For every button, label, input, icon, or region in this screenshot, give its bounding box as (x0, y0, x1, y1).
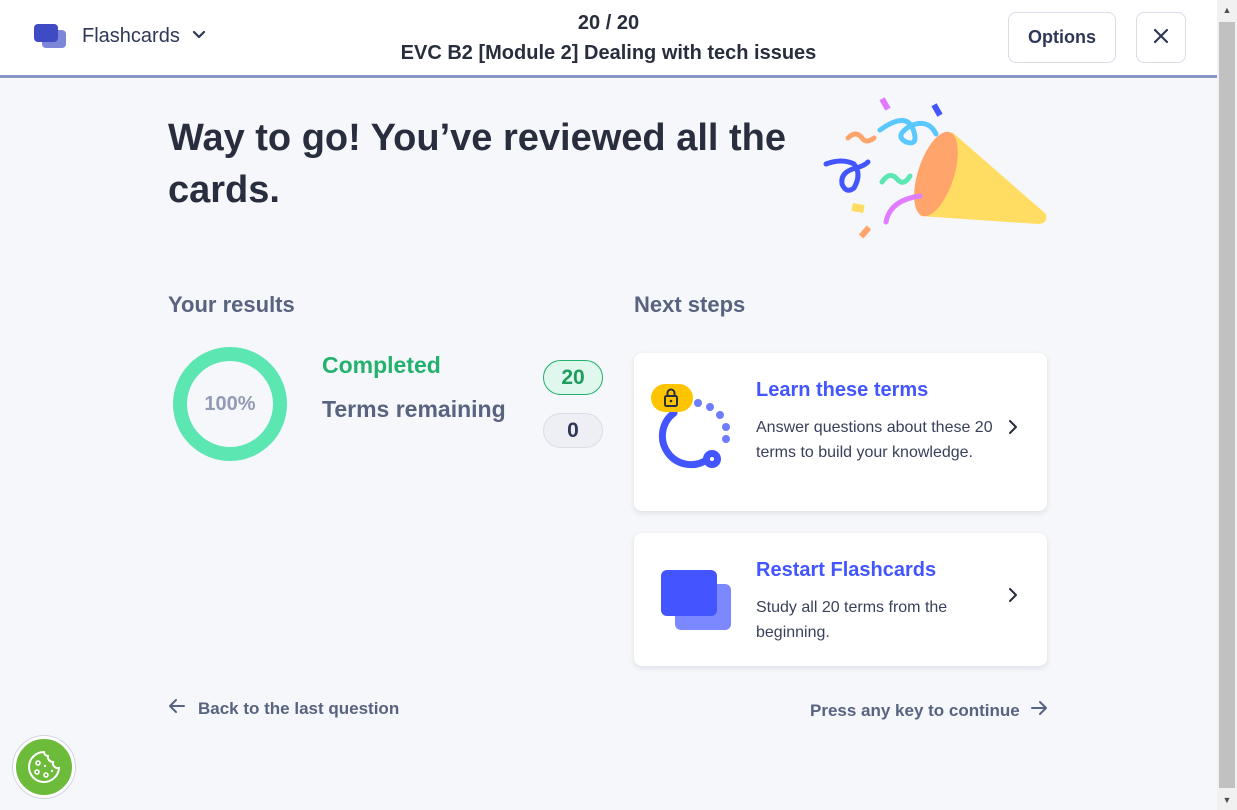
restart-flashcards-card[interactable]: Restart Flashcards Study all 20 terms fr… (634, 533, 1047, 666)
close-icon (1153, 28, 1169, 47)
restart-flashcards-description: Study all 20 terms from the beginning. (756, 599, 948, 641)
restart-flashcards-title: Restart Flashcards (756, 559, 937, 581)
next-steps-title: Next steps (634, 292, 746, 317)
completed-count-badge: 20 (543, 360, 603, 395)
party-popper-illustration (823, 97, 1047, 239)
cookie-settings-button[interactable] (13, 736, 75, 798)
percent-complete: 100% (204, 392, 256, 415)
remaining-label: Terms remaining (322, 396, 506, 422)
scroll-down-arrow-icon[interactable]: ▼ (1217, 790, 1237, 810)
top-bar: 20 / 20 EVC B2 [Module 2] Dealing with t… (0, 0, 1217, 78)
results-title: Your results (168, 292, 295, 317)
learn-terms-title: Learn these terms (756, 379, 929, 401)
continue-link-label: Press any key to continue (810, 700, 1020, 720)
learn-locked-icon (651, 384, 730, 469)
learn-terms-card[interactable]: Learn these terms Answer questions about… (634, 353, 1047, 511)
flashcards-icon (661, 570, 733, 632)
close-button[interactable] (1136, 12, 1186, 63)
scroll-up-arrow-icon[interactable]: ▲ (1217, 0, 1237, 20)
mode-selector[interactable]: Flashcards (34, 22, 206, 50)
chevron-right-icon (1008, 419, 1018, 440)
back-link-label: Back to the last question (198, 698, 400, 718)
back-to-last-question-link[interactable]: Back to the last question (168, 697, 399, 720)
learn-terms-description: Answer questions about these 20 terms to… (756, 419, 993, 461)
scroll-thumb[interactable] (1219, 22, 1235, 788)
arrow-left-icon (168, 697, 186, 720)
mode-label: Flashcards (82, 24, 180, 47)
options-button[interactable]: Options (1008, 12, 1116, 63)
arrow-right-icon (1030, 699, 1048, 722)
completion-headline: Way to go! You’ve reviewed all the cards… (168, 117, 787, 211)
flashcards-icon (34, 22, 68, 50)
continue-link[interactable]: Press any key to continue (810, 699, 1048, 722)
cookie-icon (28, 750, 61, 783)
completed-label: Completed (322, 352, 441, 378)
page-scrollbar[interactable]: ▲ ▼ (1217, 0, 1237, 810)
remaining-count-badge: 0 (543, 413, 603, 448)
chevron-down-icon (192, 27, 206, 45)
chevron-right-icon (1008, 587, 1018, 608)
